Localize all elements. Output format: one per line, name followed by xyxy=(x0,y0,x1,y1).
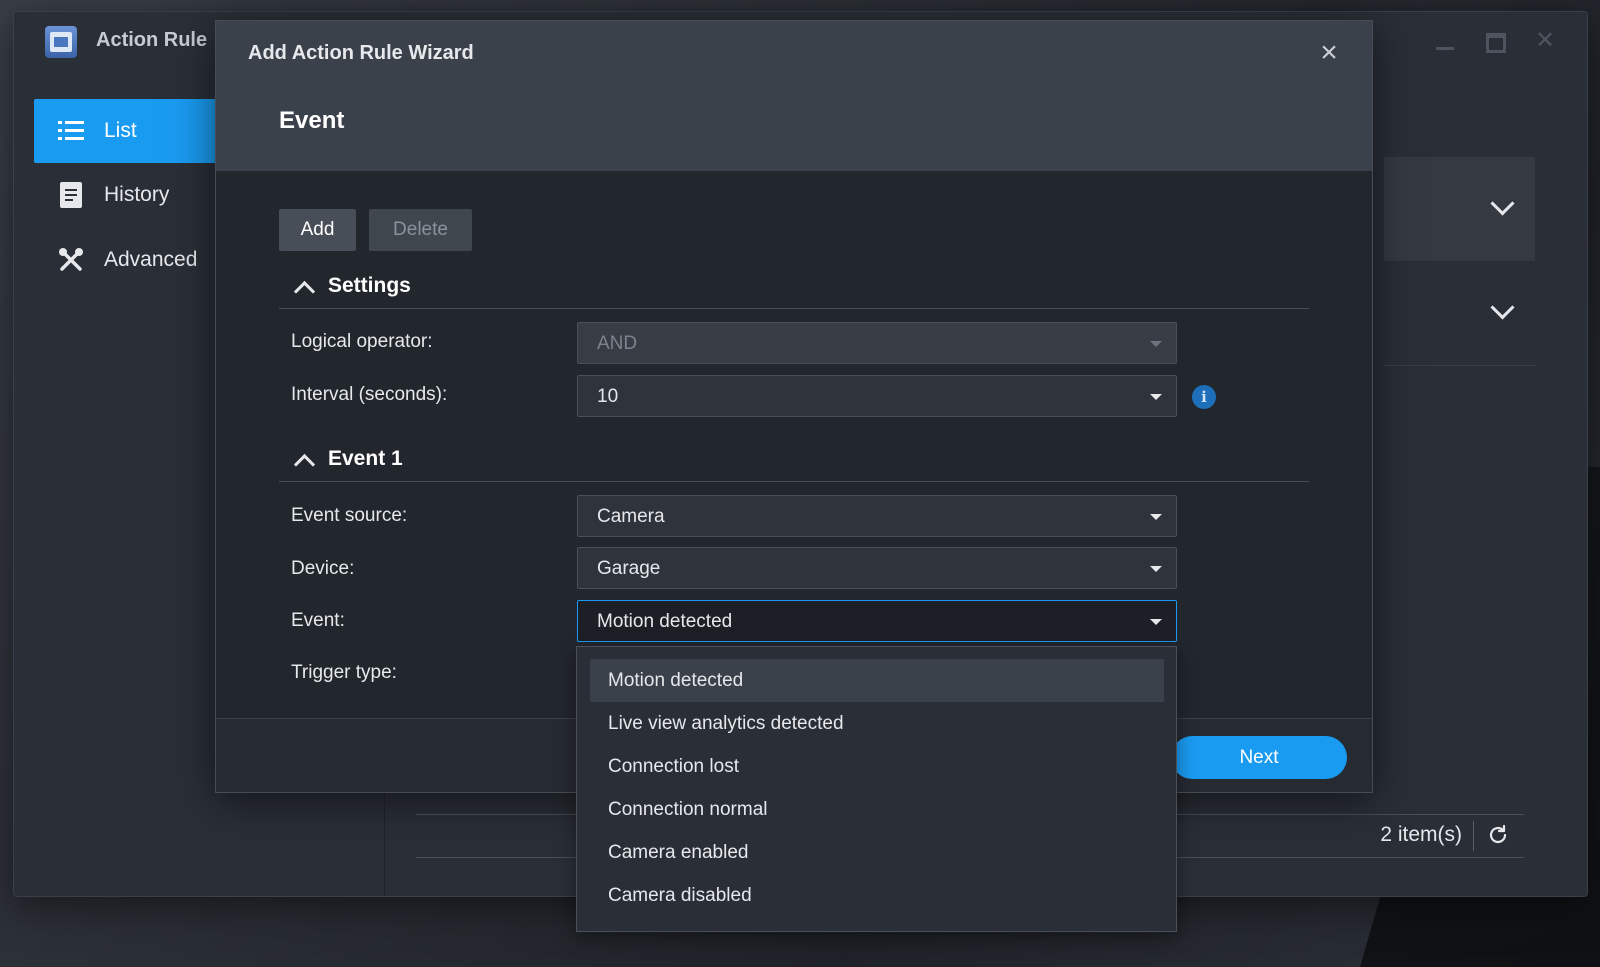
event-source-select[interactable]: Camera xyxy=(577,495,1177,537)
info-icon[interactable]: i xyxy=(1192,385,1216,409)
dropdown-option[interactable]: Motion detected xyxy=(590,659,1164,702)
device-select[interactable]: Garage xyxy=(577,547,1177,589)
sidebar-item-label: Advanced xyxy=(104,248,198,271)
section-title: Event 1 xyxy=(328,447,403,470)
sidebar-item-label: List xyxy=(104,119,137,142)
add-button[interactable]: Add xyxy=(279,209,356,251)
chevron-up-icon xyxy=(293,280,316,303)
rule-row[interactable] xyxy=(1384,157,1535,261)
device-label: Device: xyxy=(291,558,355,579)
rule-row[interactable] xyxy=(1384,261,1535,366)
window-close-icon[interactable]: ✕ xyxy=(1534,29,1556,53)
wizard-step-title: Event xyxy=(279,107,345,134)
chevron-down-icon[interactable] xyxy=(1490,295,1515,320)
item-count: 2 item(s) xyxy=(1380,823,1462,846)
tools-icon xyxy=(56,247,86,273)
event1-section-header[interactable]: Event 1 xyxy=(279,441,1309,482)
history-icon xyxy=(56,182,86,208)
select-value: Motion detected xyxy=(597,611,733,632)
event-select[interactable]: Motion detected xyxy=(577,600,1177,642)
maximize-icon[interactable] xyxy=(1484,30,1506,53)
dropdown-option[interactable]: Connection lost xyxy=(590,745,1164,788)
caret-down-icon xyxy=(1150,341,1162,347)
select-value: AND xyxy=(597,333,638,354)
section-title: Settings xyxy=(328,274,411,297)
interval-label: Interval (seconds): xyxy=(291,384,448,405)
refresh-icon[interactable] xyxy=(1486,823,1510,847)
dropdown-option[interactable]: Camera disabled xyxy=(590,874,1164,917)
caret-down-icon xyxy=(1150,514,1162,520)
minimize-icon[interactable] xyxy=(1434,30,1456,52)
select-value: Camera xyxy=(597,506,665,527)
chevron-down-icon[interactable] xyxy=(1490,191,1515,216)
event-label: Event: xyxy=(291,610,345,631)
logical-operator-select: AND xyxy=(577,322,1177,364)
caret-down-icon xyxy=(1150,619,1162,625)
caret-down-icon xyxy=(1150,566,1162,572)
delete-button[interactable]: Delete xyxy=(369,209,472,251)
dropdown-option[interactable]: Connection normal xyxy=(590,788,1164,831)
app-title: Action Rule xyxy=(96,29,208,51)
event-dropdown-list: Motion detected Live view analytics dete… xyxy=(576,646,1177,932)
chevron-up-icon xyxy=(293,453,316,476)
close-icon[interactable]: × xyxy=(1316,38,1342,68)
sidebar-item-label: History xyxy=(104,183,170,206)
settings-section-header[interactable]: Settings xyxy=(279,268,1309,309)
trigger-type-label: Trigger type: xyxy=(291,662,397,683)
wizard-title: Add Action Rule Wizard xyxy=(248,42,474,64)
next-button[interactable]: Next xyxy=(1171,736,1347,779)
event-source-label: Event source: xyxy=(291,505,408,526)
wizard-header: Add Action Rule Wizard × Event xyxy=(216,21,1372,171)
interval-select[interactable]: 10 xyxy=(577,375,1177,417)
select-value: 10 xyxy=(597,386,619,407)
footer-divider xyxy=(1473,821,1474,851)
dropdown-option[interactable]: Live view analytics detected xyxy=(590,702,1164,745)
action-rule-app-icon xyxy=(45,26,77,58)
select-value: Garage xyxy=(597,558,661,579)
list-icon xyxy=(56,120,86,142)
logical-operator-label: Logical operator: xyxy=(291,331,433,352)
caret-down-icon xyxy=(1150,394,1162,400)
dropdown-option[interactable]: Camera enabled xyxy=(590,831,1164,874)
